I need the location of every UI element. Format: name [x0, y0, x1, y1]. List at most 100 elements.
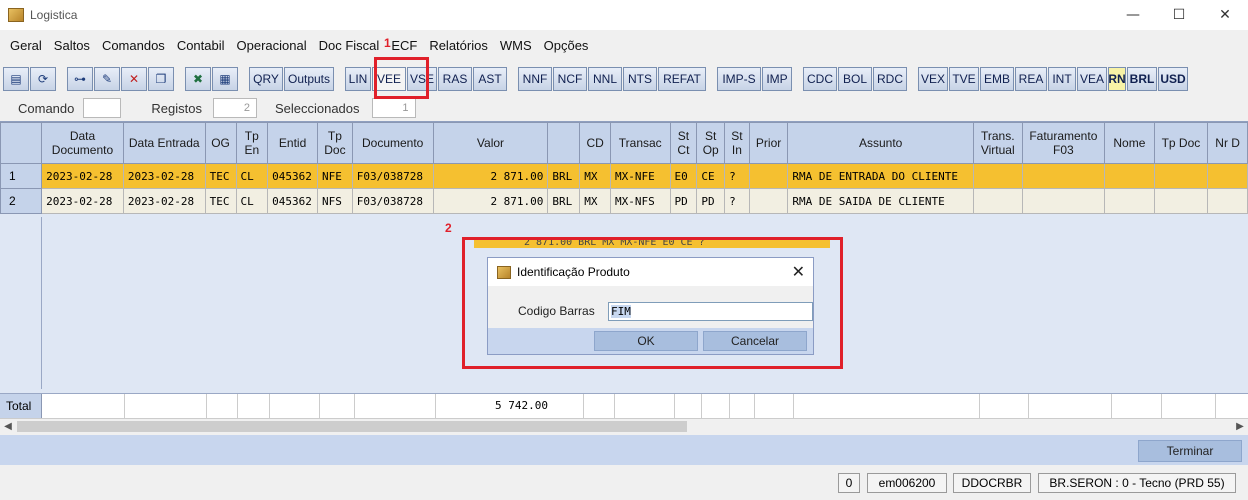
col-header-nome[interactable]: Nome: [1104, 122, 1155, 164]
col-header-og[interactable]: OG: [204, 122, 237, 164]
table-row[interactable]: 1 2023-02-28 2023-02-28 TEC CL 045362 NF…: [0, 163, 1248, 189]
col-header-data-entrada[interactable]: Data Entrada: [122, 122, 206, 164]
menu-geral[interactable]: Geral: [4, 38, 48, 53]
glasses-icon[interactable]: ⊶: [67, 67, 93, 91]
col-header-transac[interactable]: Transac: [609, 122, 671, 164]
qry-button[interactable]: QRY: [249, 67, 283, 91]
total-divider: [614, 394, 615, 418]
col-header-trans-virtual[interactable]: Trans. Virtual: [972, 122, 1023, 164]
bol-button[interactable]: BOL: [838, 67, 872, 91]
copy-icon[interactable]: ❐: [148, 67, 174, 91]
nts-button[interactable]: NTS: [623, 67, 657, 91]
cell-st-in: ?: [724, 188, 750, 214]
row-number[interactable]: 2: [0, 188, 43, 214]
document-icon[interactable]: ▦: [212, 67, 238, 91]
scroll-left-icon[interactable]: ◀: [0, 419, 16, 434]
cell-st-ct: E0: [669, 163, 698, 189]
col-header-tp-en[interactable]: Tp En: [235, 122, 269, 164]
annotation-marker-1: 1: [384, 36, 391, 50]
col-header-entid[interactable]: Entid: [267, 122, 319, 164]
imp-s-button[interactable]: IMP-S: [717, 67, 761, 91]
lin-button[interactable]: LIN: [345, 67, 371, 91]
total-value: 5 742.00: [495, 399, 548, 412]
menu-operacional[interactable]: Operacional: [231, 38, 313, 53]
menu-doc-fiscal[interactable]: Doc Fiscal: [313, 38, 386, 53]
cell-empty: [972, 188, 1023, 214]
cell-transac: MX-NFE: [609, 163, 671, 189]
total-divider: [979, 394, 980, 418]
int-button[interactable]: INT: [1048, 67, 1076, 91]
terminar-button[interactable]: Terminar: [1138, 440, 1242, 462]
cell-empty: [1153, 163, 1209, 189]
status-user: em006200: [867, 473, 947, 493]
vex-button[interactable]: VEX: [918, 67, 948, 91]
cdc-button[interactable]: CDC: [803, 67, 837, 91]
usd-button[interactable]: USD: [1158, 67, 1188, 91]
window-title: Logistica: [30, 8, 78, 22]
emb-button[interactable]: EMB: [980, 67, 1014, 91]
rn-button[interactable]: RN: [1108, 67, 1126, 91]
col-header-moeda[interactable]: [547, 122, 581, 164]
row-number[interactable]: 1: [0, 163, 43, 189]
outputs-button[interactable]: Outputs: [284, 67, 334, 91]
col-header-rownum: [0, 122, 43, 164]
imp-button[interactable]: IMP: [762, 67, 792, 91]
rdc-button[interactable]: RDC: [873, 67, 907, 91]
ncf-button[interactable]: NCF: [553, 67, 587, 91]
col-header-data-documento[interactable]: Data Documento: [41, 122, 124, 164]
menu-contabil[interactable]: Contabil: [171, 38, 231, 53]
maximize-button[interactable]: ☐: [1156, 0, 1202, 30]
nnf-button[interactable]: NNF: [518, 67, 552, 91]
app-icon: [8, 8, 24, 22]
menu-saltos[interactable]: Saltos: [48, 38, 96, 53]
brl-button[interactable]: BRL: [1127, 67, 1157, 91]
cell-entid: 045362: [267, 163, 319, 189]
col-header-tp-doc-2[interactable]: Tp Doc: [1153, 122, 1209, 164]
list-icon[interactable]: ▤: [3, 67, 29, 91]
total-label: Total: [0, 394, 42, 418]
menu-wms[interactable]: WMS: [494, 38, 538, 53]
scroll-right-icon[interactable]: ▶: [1232, 419, 1248, 434]
col-header-st-op[interactable]: St Op: [696, 122, 726, 164]
col-header-documento[interactable]: Documento: [351, 122, 434, 164]
col-header-st-in[interactable]: St In: [724, 122, 750, 164]
col-header-valor[interactable]: Valor: [432, 122, 549, 164]
scroll-thumb[interactable]: [17, 421, 687, 432]
cell-empty: [1207, 188, 1248, 214]
minimize-button[interactable]: —: [1110, 0, 1156, 30]
edit-icon[interactable]: ✎: [94, 67, 120, 91]
menu-opcoes[interactable]: Opções: [538, 38, 595, 53]
excel-icon[interactable]: ✖: [185, 67, 211, 91]
status-bar: 0 em006200 DDOCRBR BR.SERON : 0 - Tecno …: [0, 465, 1248, 500]
col-header-assunto[interactable]: Assunto: [787, 122, 974, 164]
grid-empty-area: [0, 217, 42, 389]
close-button[interactable]: ✕: [1202, 0, 1248, 30]
comando-input[interactable]: [83, 98, 122, 118]
table-row[interactable]: 2 2023-02-28 2023-02-28 TEC CL 045362 NF…: [0, 188, 1248, 214]
refresh-icon[interactable]: ⟳: [30, 67, 56, 91]
status-code: DDOCRBR: [953, 473, 1031, 493]
col-header-cd[interactable]: CD: [579, 122, 611, 164]
seleccionados-label: Seleccionados: [274, 100, 360, 116]
total-divider: [754, 394, 755, 418]
cell-tp-en: CL: [235, 163, 269, 189]
menu-ecf[interactable]: ECF: [385, 38, 423, 53]
refat-button[interactable]: REFAT: [658, 67, 706, 91]
total-divider: [1111, 394, 1112, 418]
menu-relatorios[interactable]: Relatórios: [423, 38, 494, 53]
ast-button[interactable]: AST: [473, 67, 507, 91]
menu-comandos[interactable]: Comandos: [96, 38, 171, 53]
vea-button[interactable]: VEA: [1077, 67, 1107, 91]
tve-button[interactable]: TVE: [949, 67, 979, 91]
col-header-tp-doc[interactable]: Tp Doc: [317, 122, 353, 164]
delete-icon[interactable]: ✕: [121, 67, 147, 91]
col-header-prior[interactable]: Prior: [748, 122, 789, 164]
rea-button[interactable]: REA: [1015, 67, 1047, 91]
nnl-button[interactable]: NNL: [588, 67, 622, 91]
cell-documento: F03/038728: [351, 163, 434, 189]
col-header-nr-d[interactable]: Nr D: [1207, 122, 1248, 164]
col-header-st-ct[interactable]: St Ct: [669, 122, 698, 164]
ras-button[interactable]: RAS: [438, 67, 472, 91]
horizontal-scrollbar[interactable]: ◀ ▶: [0, 418, 1248, 433]
col-header-faturamento-f03[interactable]: Faturamento F03: [1021, 122, 1106, 164]
